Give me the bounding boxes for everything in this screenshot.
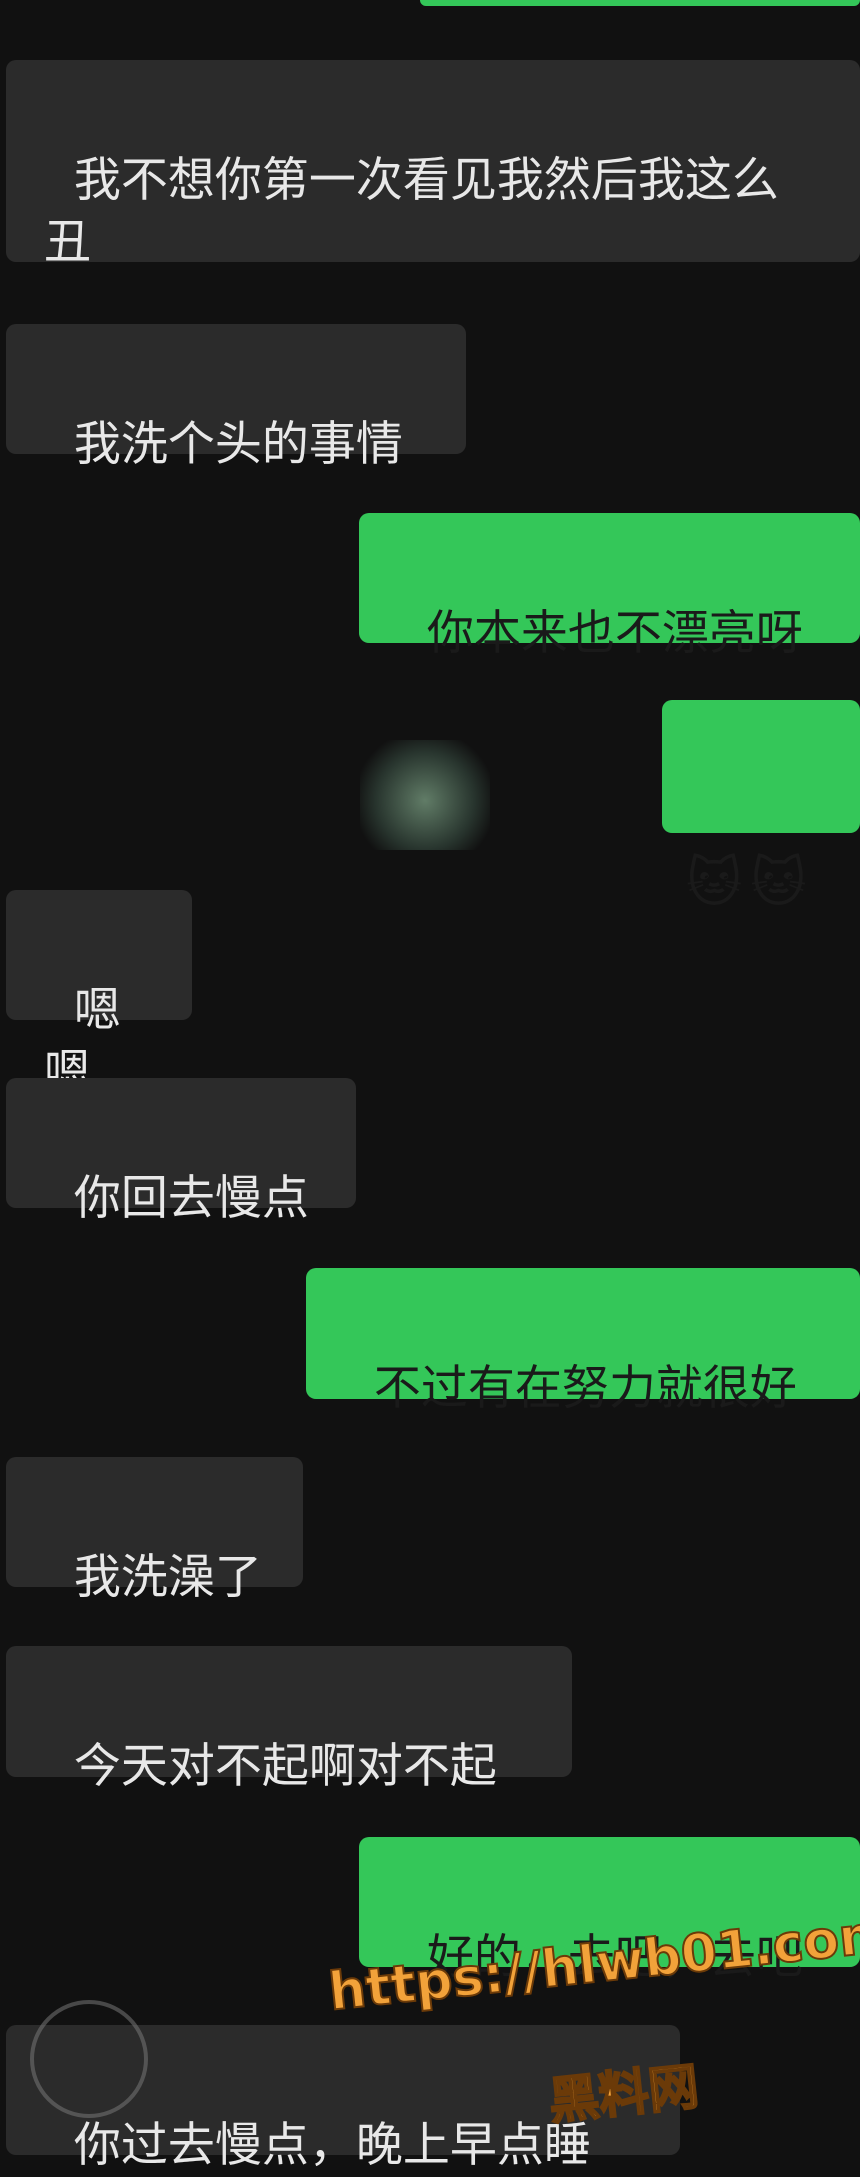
message-text: 我洗澡了 <box>73 1550 262 1605</box>
message-received[interactable]: 我洗澡了 <box>6 1457 303 1605</box>
cat-face-emoji: 🐱 <box>686 851 743 914</box>
message-received[interactable]: 我洗个头的事情 <box>6 324 466 472</box>
message-text: 你本来也不漂亮呀 <box>426 606 803 661</box>
avatar[interactable] <box>360 740 490 850</box>
message-received[interactable]: 我不想你第一次看见我然后我这么 丑 <box>6 60 860 270</box>
message-sent-emoji[interactable]: 🐱 🐱 <box>662 700 860 914</box>
watermark-stamp-icon <box>30 2000 148 2118</box>
message-sent[interactable]: 你本来也不漂亮呀 <box>359 513 860 661</box>
message-text: 你回去慢点 <box>73 1171 309 1226</box>
previous-message-edge <box>420 0 860 6</box>
message-received[interactable]: 嗯嗯 <box>6 890 192 1100</box>
message-received[interactable]: 你回去慢点 <box>6 1078 356 1226</box>
message-sent[interactable]: 不过有在努力就很好 <box>306 1268 860 1416</box>
cat-face-emoji: 🐱 <box>750 851 807 914</box>
message-text: 今天对不起啊对不起 <box>73 1739 497 1794</box>
message-received[interactable]: 今天对不起啊对不起 <box>6 1646 572 1794</box>
message-text: 我不想你第一次看见我然后我这么 丑 <box>44 153 779 270</box>
message-text: 你过去慢点，晚上早点睡 <box>73 2118 591 2173</box>
message-text: 不过有在努力就很好 <box>373 1361 797 1416</box>
message-text: 我洗个头的事情 <box>73 417 403 472</box>
